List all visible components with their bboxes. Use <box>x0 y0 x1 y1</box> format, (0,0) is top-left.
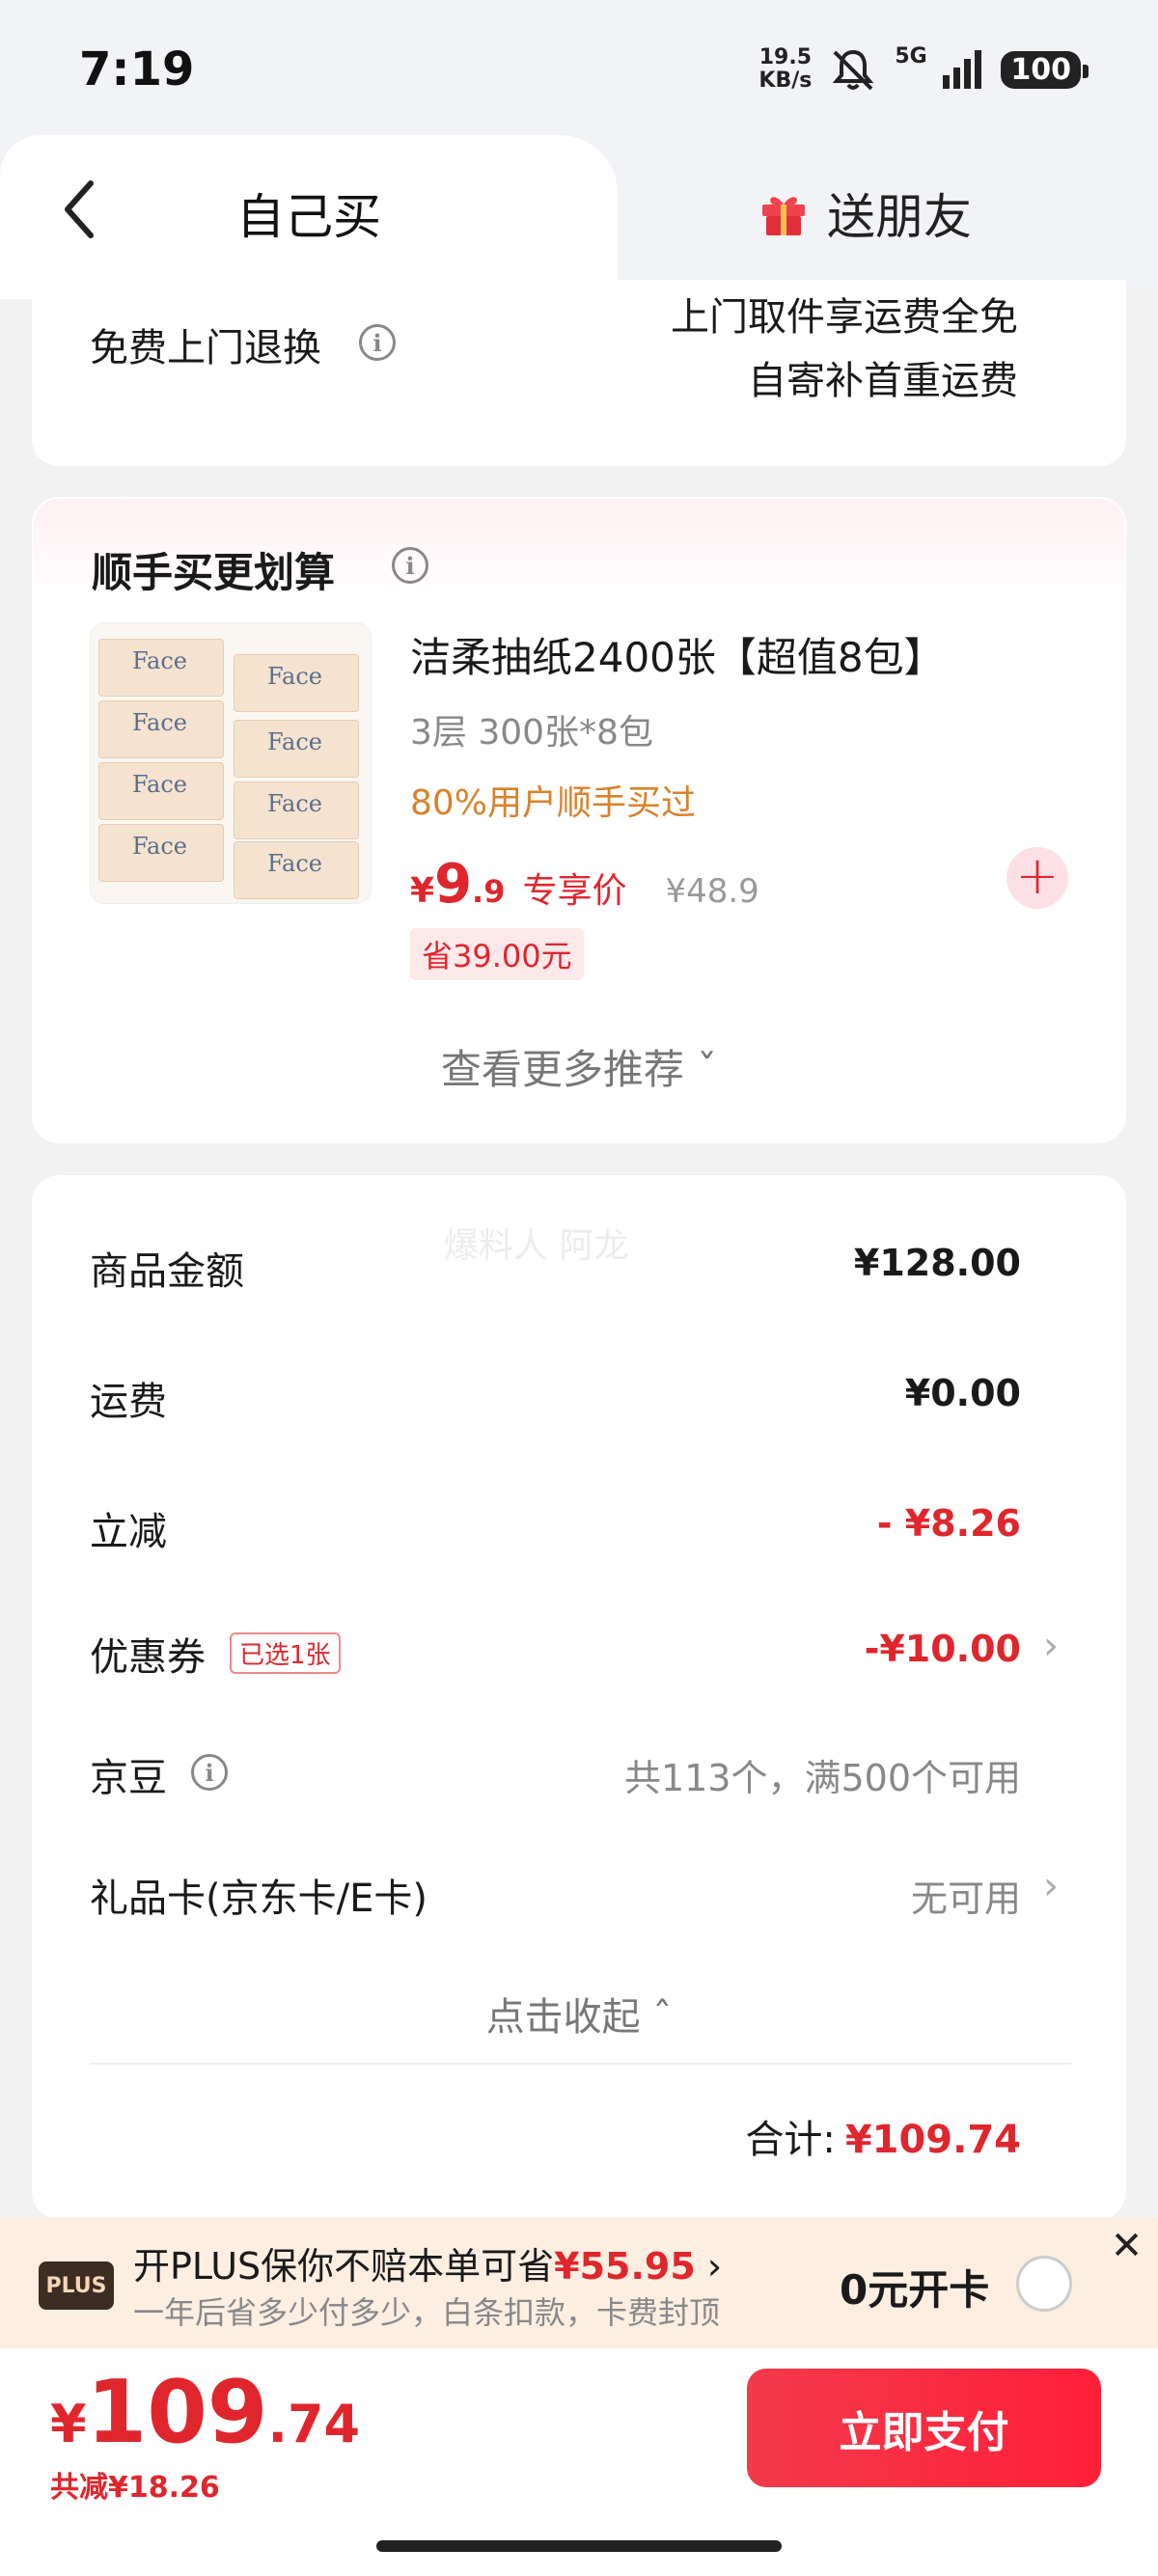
network-type: 5G <box>895 44 927 69</box>
signal-icon <box>943 50 982 89</box>
mute-bell-icon <box>833 49 874 91</box>
shipping-label: 运费 <box>90 1380 167 1424</box>
info-icon[interactable]: i <box>191 1754 228 1791</box>
more-recommend-link[interactable]: 查看更多推荐 ˇ <box>0 1037 1158 1096</box>
product-tag: 80%用户顺手买过 <box>410 783 697 823</box>
battery-icon: 100 <box>1001 50 1089 89</box>
checkout-total-price: ¥ 109 .74 <box>50 2362 361 2463</box>
chevron-right-icon: › <box>706 2245 723 2288</box>
discount-label: 立减 <box>90 1510 167 1554</box>
goods-amount-label: 商品金额 <box>90 1249 244 1294</box>
divider <box>90 2063 1071 2065</box>
product-price: ¥ 9 .9 专享价 ¥48.9 <box>410 853 759 916</box>
net-speed-value: 19.5 <box>758 45 813 69</box>
watermark: 爆料人 阿龙 <box>444 1226 629 1266</box>
tab-friend[interactable]: 送朋友 <box>758 178 972 248</box>
price-label: 专享价 <box>522 871 627 911</box>
plus-open-radio[interactable] <box>1016 2256 1072 2312</box>
coupon-label[interactable]: 优惠券 <box>90 1626 206 1682</box>
close-icon[interactable]: ✕ <box>1095 2217 1158 2275</box>
plus-offer-title[interactable]: 开PLUS保你不赔本单可省¥55.95 › <box>133 2236 722 2289</box>
net-speed: 19.5 KB/s <box>758 46 812 93</box>
home-indicator[interactable] <box>376 2540 782 2552</box>
status-icons: 19.5 KB/s 5G 100 <box>758 42 1089 96</box>
gift-icon <box>762 197 805 235</box>
return-service-line1: 上门取件享运费全免 <box>671 295 1018 340</box>
chevron-right-icon[interactable]: › <box>1043 1864 1059 1908</box>
info-icon[interactable]: i <box>392 547 428 584</box>
plus-open-card-label[interactable]: 0元开卡 <box>840 2258 989 2316</box>
product-spec: 3层 300张*8包 <box>410 713 653 753</box>
original-price: ¥48.9 <box>665 872 759 911</box>
gift-card-label[interactable]: 礼品卡(京东卡/E卡) <box>90 1867 427 1923</box>
total-label: 合计: <box>745 2118 836 2162</box>
status-time: 7:19 <box>79 42 195 96</box>
save-badge: 省39.00元 <box>410 928 584 980</box>
gift-card-value[interactable]: 无可用 <box>911 1869 1021 1922</box>
coupon-value[interactable]: -¥10.00 <box>865 1628 1021 1670</box>
net-speed-unit: KB/s <box>758 69 813 93</box>
jd-bean-value: 共113个，满500个可用 <box>623 1757 1021 1799</box>
recommend-title: 顺手买更划算 <box>92 549 336 596</box>
checkout-total-savings: 共减¥18.26 <box>50 2471 220 2505</box>
return-service-label: 免费上门退换 <box>90 326 321 370</box>
jd-bean-label: 京豆 <box>90 1756 167 1800</box>
collapse-link[interactable]: 点击收起 ˆ <box>0 1986 1158 2042</box>
tab-friend-label: 送朋友 <box>827 189 972 245</box>
product-image[interactable]: Face Face Face Face Face Face Face Face <box>90 622 372 904</box>
product-title[interactable]: 洁柔抽纸2400张【超值8包】 <box>410 625 945 684</box>
plus-logo: PLUS <box>39 2261 114 2310</box>
pay-now-button[interactable]: 立即支付 <box>747 2369 1101 2487</box>
discount-value: - ¥8.26 <box>876 1502 1021 1545</box>
info-icon[interactable]: i <box>359 324 396 361</box>
back-arrow-icon[interactable] <box>56 176 104 243</box>
chevron-right-icon[interactable]: › <box>1043 1624 1059 1668</box>
coupon-selected-tag: 已选1张 <box>230 1632 341 1674</box>
tab-self[interactable]: 自己买 <box>236 178 381 248</box>
plus-offer-subtitle: 一年后省多少付多少，白条扣款，卡费封顶 <box>133 2294 721 2331</box>
total-row: 合计: ¥109.74 <box>745 2108 1021 2164</box>
return-service-line2: 自寄补首重运费 <box>748 359 1018 403</box>
total-value: ¥109.74 <box>844 2118 1021 2162</box>
goods-amount-value: ¥128.00 <box>853 1242 1021 1284</box>
shipping-value: ¥0.00 <box>904 1372 1021 1414</box>
add-to-cart-button[interactable]: + <box>1006 847 1068 909</box>
